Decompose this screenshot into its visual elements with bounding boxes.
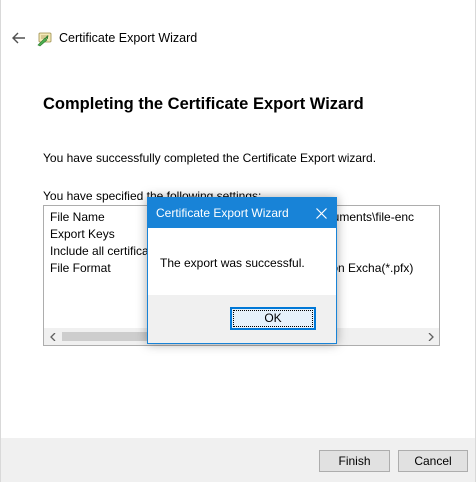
scroll-left-button[interactable] bbox=[44, 329, 61, 345]
page-heading: Completing the Certificate Export Wizard bbox=[43, 95, 364, 113]
ok-button-label: OK bbox=[264, 311, 282, 325]
certificate-export-wizard-window: Certificate Export Wizard Completing the… bbox=[0, 0, 476, 482]
ok-button[interactable]: OK bbox=[230, 307, 316, 330]
setting-name: File Name bbox=[50, 210, 105, 224]
certificate-wizard-icon bbox=[37, 32, 52, 47]
finish-button[interactable]: Finish bbox=[319, 450, 390, 472]
cancel-button[interactable]: Cancel bbox=[398, 450, 468, 472]
scroll-right-button[interactable] bbox=[422, 329, 439, 345]
dialog-close-button[interactable] bbox=[306, 198, 336, 228]
export-success-dialog: Certificate Export Wizard The export was… bbox=[147, 197, 337, 344]
wizard-header: Certificate Export Wizard bbox=[1, 0, 475, 78]
dialog-footer: OK bbox=[148, 295, 336, 343]
dialog-titlebar[interactable]: Certificate Export Wizard bbox=[148, 198, 336, 228]
dialog-title: Certificate Export Wizard bbox=[156, 206, 289, 220]
chevron-left-icon bbox=[49, 333, 55, 341]
close-icon bbox=[315, 207, 327, 219]
completion-description: You have successfully completed the Cert… bbox=[43, 151, 377, 165]
dialog-message: The export was successful. bbox=[160, 256, 305, 270]
wizard-footer: Finish Cancel bbox=[1, 438, 475, 482]
back-button[interactable] bbox=[9, 29, 29, 47]
setting-name: Include all certificate bbox=[50, 244, 159, 258]
chevron-right-icon bbox=[428, 333, 434, 341]
window-title: Certificate Export Wizard bbox=[59, 31, 198, 45]
setting-name: File Format bbox=[50, 261, 111, 275]
back-arrow-icon bbox=[12, 32, 25, 44]
setting-name: Export Keys bbox=[50, 227, 115, 241]
